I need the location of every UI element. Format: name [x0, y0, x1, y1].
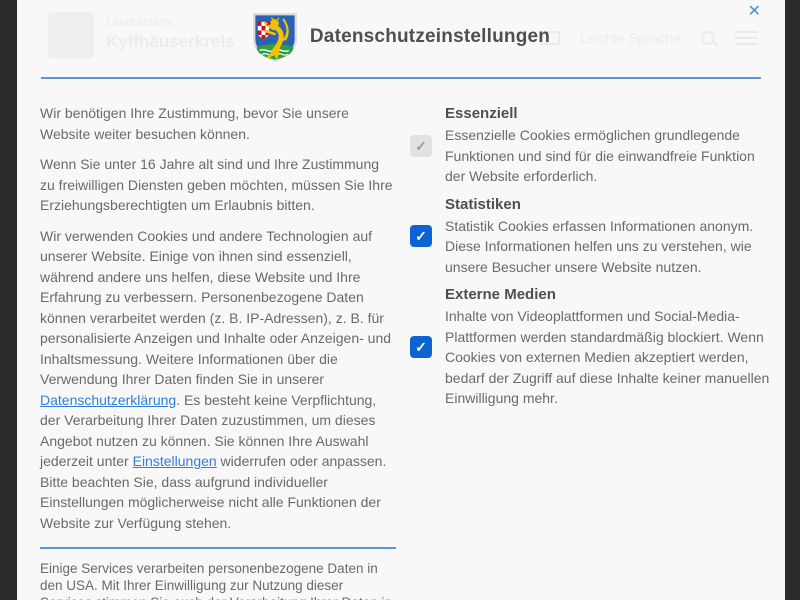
consent-intro-text: Wir benötigen Ihre Zustimmung, bevor Sie… [40, 103, 396, 600]
category-external-media-title: Externe Medien [445, 286, 770, 303]
intro-paragraph-3: Wir verwenden Cookies und andere Technol… [40, 226, 396, 534]
category-external-media: ✓ Externe Medien Inhalte von Videoplattf… [410, 286, 770, 409]
category-statistics-title: Statistiken [445, 196, 770, 213]
usa-disclaimer-paragraph: Einige Services verarbeiten personenbezo… [40, 560, 396, 600]
coat-of-arms-logo [252, 12, 298, 62]
category-external-media-description: Inhalte von Videoplattformen und Social-… [445, 306, 770, 409]
dialog-header: Datenschutzeinstellungen ✕ [17, 0, 785, 62]
statistics-checkbox[interactable]: ✓ [410, 225, 432, 247]
intro-p3-text-1: Wir verwenden Cookies und andere Technol… [40, 228, 391, 388]
category-essential-title: Essenziell [445, 105, 770, 122]
category-essential-description: Essenzielle Cookies ermöglichen grundleg… [445, 125, 770, 187]
dialog-title: Datenschutzeinstellungen [310, 26, 550, 48]
privacy-settings-dialog: Datenschutzeinstellungen ✕ Wir benötigen… [17, 0, 785, 600]
close-icon[interactable]: ✕ [748, 4, 761, 20]
page-content-area: Landratsamt Kyffhäuserkreis Leichte Spra… [17, 0, 785, 600]
category-statistics-description: Statistik Cookies erfassen Informationen… [445, 216, 770, 278]
cookie-categories: ✓ Essenziell Essenzielle Cookies ermögli… [410, 103, 770, 600]
settings-link[interactable]: Einstellungen [133, 453, 217, 469]
essential-checkbox: ✓ [410, 135, 432, 157]
intro-paragraph-1: Wir benötigen Ihre Zustimmung, bevor Sie… [40, 103, 396, 144]
checkmark-icon: ✓ [415, 229, 427, 243]
privacy-policy-link[interactable]: Datenschutzerklärung [40, 392, 176, 408]
checkmark-icon: ✓ [415, 139, 427, 153]
intro-paragraph-2: Wenn Sie unter 16 Jahre alt sind und Ihr… [40, 154, 396, 216]
category-statistics: ✓ Statistiken Statistik Cookies erfassen… [410, 196, 770, 278]
usa-section-divider [40, 547, 396, 549]
external-media-checkbox[interactable]: ✓ [410, 336, 432, 358]
checkmark-icon: ✓ [415, 340, 427, 354]
category-essential: ✓ Essenziell Essenzielle Cookies ermögli… [410, 105, 770, 187]
